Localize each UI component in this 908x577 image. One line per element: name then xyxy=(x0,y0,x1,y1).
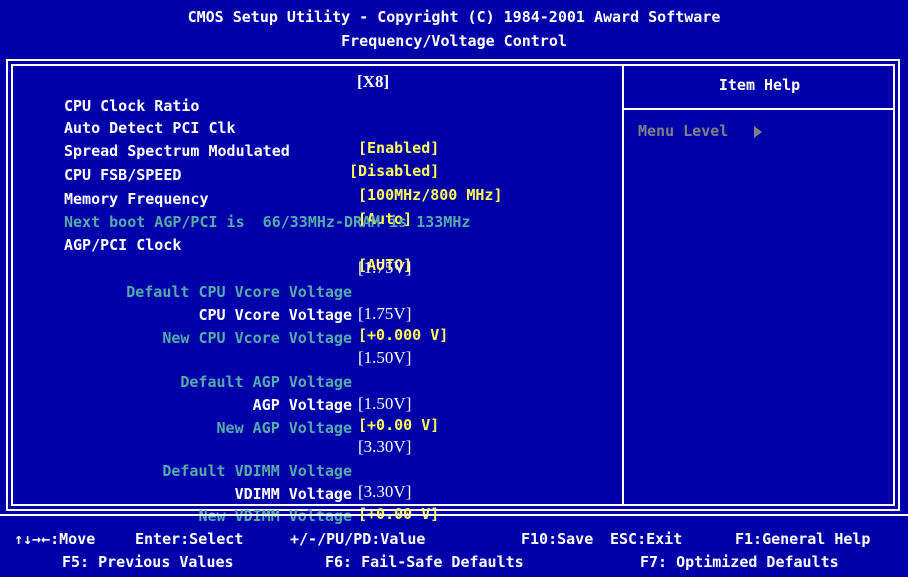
voltage-value: [1.50V] xyxy=(358,394,412,413)
header: CMOS Setup Utility - Copyright (C) 1984-… xyxy=(0,0,908,56)
key-optimized-defaults: F7: Optimized Defaults xyxy=(640,553,839,571)
key-general-help: F1:General Help xyxy=(735,530,871,548)
voltage-label: New CPU Vcore Voltage xyxy=(162,329,352,347)
key-enter: Enter:Select xyxy=(135,530,244,548)
header-subtitle: Frequency/Voltage Control xyxy=(341,32,567,50)
setting-cpu-fsb-speed[interactable]: CPU FSB/SPEED [100MHz/800 MHz] xyxy=(36,145,616,204)
info-new-agp-voltage: New AGP Voltage [1.50V] xyxy=(0,394,620,437)
setting-memory-frequency[interactable]: Memory Frequency [Auto] xyxy=(36,169,616,228)
setting-vdimm-voltage[interactable]: VDIMM Voltage [+0.00 V] xyxy=(0,464,620,523)
setting-agp-voltage[interactable]: AGP Voltage [+0.00 V] xyxy=(0,375,620,434)
voltage-value: [1.75V] xyxy=(358,258,412,277)
voltage-value: [3.30V] xyxy=(358,437,412,456)
voltage-value: [3.30V] xyxy=(358,482,412,501)
setting-spread-spectrum[interactable]: Spread Spectrum Modulated [Disabled] xyxy=(36,121,616,180)
key-value: +/-/PU/PD:Value xyxy=(290,530,426,548)
footer-separator xyxy=(0,514,908,516)
voltage-label: New AGP Voltage xyxy=(216,419,352,437)
info-default-vdimm-voltage: Default VDIMM Voltage [3.30V] xyxy=(0,437,620,480)
voltage-label: New VDIMM Voltage xyxy=(198,507,352,525)
panel-divider xyxy=(622,64,624,506)
voltage-value: [+0.00 V] xyxy=(358,416,440,434)
setting-agp-pci-clock[interactable]: AGP/PCI Clock [AUTO] xyxy=(36,215,616,274)
voltage-value: [1.75V] xyxy=(358,304,412,323)
item-help-title: Item Help xyxy=(718,76,801,94)
info-default-agp-voltage: Default AGP Voltage [1.50V] xyxy=(0,348,620,391)
setting-label: AGP/PCI Clock xyxy=(64,236,182,254)
menu-level: Menu Level xyxy=(638,122,763,140)
menu-level-label: Menu Level xyxy=(638,122,729,140)
setting-cpu-vcore-voltage[interactable]: CPU Vcore Voltage [+0.000 V] xyxy=(0,285,620,344)
key-fail-safe-defaults: F6: Fail-Safe Defaults xyxy=(325,553,524,571)
voltage-value: [1.50V] xyxy=(358,348,412,367)
key-exit: ESC:Exit xyxy=(610,530,683,548)
menu-level-arrow-icon xyxy=(754,125,763,138)
key-move: ↑↓→←:Move xyxy=(14,530,96,548)
setting-auto-detect-pci-clk[interactable]: Auto Detect PCI Clk [Enabled] xyxy=(36,98,616,157)
header-title: CMOS Setup Utility - Copyright (C) 1984-… xyxy=(187,8,721,26)
info-default-cpu-vcore: Default CPU Vcore Voltage [1.75V] xyxy=(0,258,620,301)
info-new-cpu-vcore: New CPU Vcore Voltage [1.75V] xyxy=(0,304,620,347)
help-separator xyxy=(624,108,895,110)
key-previous-values: F5: Previous Values xyxy=(62,553,234,571)
bios-screen: CMOS Setup Utility - Copyright (C) 1984-… xyxy=(0,0,908,577)
voltage-value: [+0.000 V] xyxy=(358,326,449,344)
setting-cpu-clock-ratio[interactable]: CPU Clock Ratio [X8] xyxy=(36,72,616,115)
footer-keys: ↑↓→←:Move Enter:Select +/-/PU/PD:Value F… xyxy=(0,524,908,577)
setting-value: [X8] xyxy=(357,72,390,91)
info-next-boot: Next boot AGP/PCI is 66/33MHz-DRAM is 13… xyxy=(36,192,616,231)
info-new-vdimm-voltage: New VDIMM Voltage [3.30V] xyxy=(0,482,620,525)
key-save: F10:Save xyxy=(521,530,594,548)
